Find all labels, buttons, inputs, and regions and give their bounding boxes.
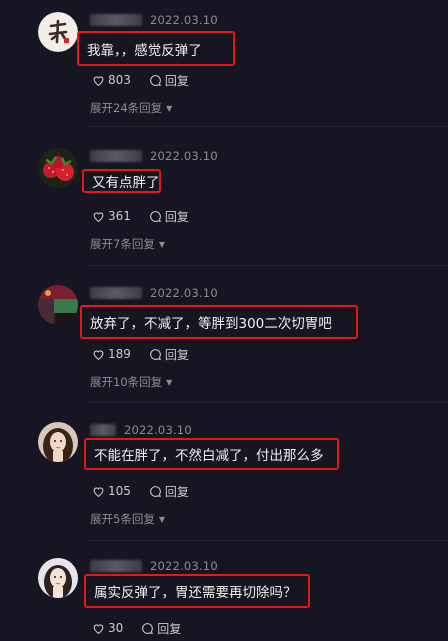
- expand-replies-button[interactable]: 展开10条回复 ▼: [90, 374, 172, 390]
- avatar-girl-icon: [38, 558, 78, 598]
- reply-label: 回复: [164, 484, 189, 499]
- comment-text: 我靠，，感觉反弹了: [87, 42, 202, 59]
- reply-button[interactable]: 回复: [141, 620, 181, 637]
- comment-text-highlight: 不能在胖了，不然白减了，付出那么多: [84, 438, 339, 470]
- caret-down-icon: ▼: [166, 103, 173, 113]
- avatar[interactable]: [38, 558, 78, 598]
- expand-replies-button[interactable]: 展开7条回复 ▼: [90, 236, 165, 252]
- reply-bubble-icon: [150, 485, 161, 497]
- reply-button[interactable]: 回复: [149, 346, 189, 363]
- divider: [86, 540, 448, 541]
- comment-text: 属实反弹了，胃还需要再切除吗？: [94, 585, 297, 601]
- username-blurred[interactable]: [90, 424, 116, 436]
- like-button[interactable]: 189: [92, 347, 131, 361]
- comment-text-highlight: 属实反弹了，胃还需要再切除吗？: [84, 574, 310, 608]
- divider: [86, 265, 448, 266]
- like-button[interactable]: 361: [92, 209, 131, 223]
- comment-date: 2022.03.10: [150, 149, 218, 163]
- expand-replies-label: 展开5条回复: [90, 512, 155, 526]
- comment-date: 2022.03.10: [150, 13, 218, 27]
- like-button[interactable]: 105: [92, 484, 131, 498]
- like-count: 189: [108, 347, 131, 361]
- comment-date: 2022.03.10: [124, 423, 192, 437]
- heart-icon: [93, 349, 104, 360]
- username-blurred[interactable]: [90, 14, 142, 26]
- comment-date: 2022.03.10: [150, 559, 218, 573]
- reply-bubble-icon: [150, 210, 161, 222]
- like-button[interactable]: 803: [92, 73, 131, 87]
- avatar[interactable]: [38, 285, 78, 325]
- comment-text: 又有点胖了: [92, 175, 160, 191]
- username-blurred[interactable]: [90, 150, 142, 162]
- comment-text-highlight: 我靠，，感觉反弹了: [77, 31, 235, 66]
- expand-replies-label: 展开10条回复: [90, 375, 163, 389]
- comment-text-highlight: 又有点胖了: [82, 169, 161, 193]
- like-count: 30: [108, 621, 124, 635]
- comment-text: 不能在胖了，不然白减了，付出那么多: [94, 448, 324, 464]
- comment-text-highlight: 放弃了，不减了，等胖到300二次切胃吧: [80, 305, 358, 339]
- divider: [86, 402, 448, 403]
- caret-down-icon: ▼: [158, 514, 165, 524]
- reply-bubble-icon: [142, 622, 154, 634]
- reply-button[interactable]: 回复: [149, 72, 189, 89]
- reply-label: 回复: [164, 73, 189, 88]
- reply-button[interactable]: 回复: [149, 483, 189, 500]
- avatar-photo-icon: [38, 285, 78, 325]
- caret-down-icon: ▼: [158, 239, 165, 249]
- expand-replies-label: 展开24条回复: [90, 101, 163, 115]
- heart-icon: [93, 486, 104, 497]
- like-count: 361: [108, 209, 131, 223]
- avatar[interactable]: [38, 422, 78, 462]
- reply-label: 回复: [164, 347, 189, 362]
- heart-icon: [93, 75, 104, 86]
- caret-down-icon: ▼: [166, 377, 173, 387]
- reply-bubble-icon: [150, 348, 161, 360]
- avatar-girl-icon: [38, 422, 78, 462]
- reply-button[interactable]: 回复: [149, 208, 189, 225]
- like-button[interactable]: 30: [92, 621, 123, 635]
- reply-bubble-icon: [150, 74, 161, 86]
- heart-icon: [93, 623, 104, 634]
- expand-replies-button[interactable]: 展开24条回复 ▼: [90, 100, 172, 116]
- like-count: 803: [108, 73, 131, 87]
- heart-icon: [93, 211, 104, 222]
- username-blurred[interactable]: [90, 560, 142, 572]
- avatar[interactable]: [38, 12, 78, 52]
- username-blurred[interactable]: [90, 287, 142, 299]
- reply-label: 回复: [164, 209, 189, 224]
- comment-text: 放弃了，不减了，等胖到300二次切胃吧: [90, 316, 332, 332]
- expand-replies-label: 展开7条回复: [90, 237, 155, 251]
- divider: [86, 126, 448, 127]
- avatar[interactable]: [38, 148, 78, 188]
- avatar-strawberry-icon: [38, 148, 78, 188]
- like-count: 105: [108, 484, 131, 498]
- expand-replies-button[interactable]: 展开5条回复 ▼: [90, 511, 165, 527]
- comment-date: 2022.03.10: [150, 286, 218, 300]
- avatar-calligraphy-icon: [38, 12, 78, 52]
- reply-label: 回复: [157, 621, 182, 636]
